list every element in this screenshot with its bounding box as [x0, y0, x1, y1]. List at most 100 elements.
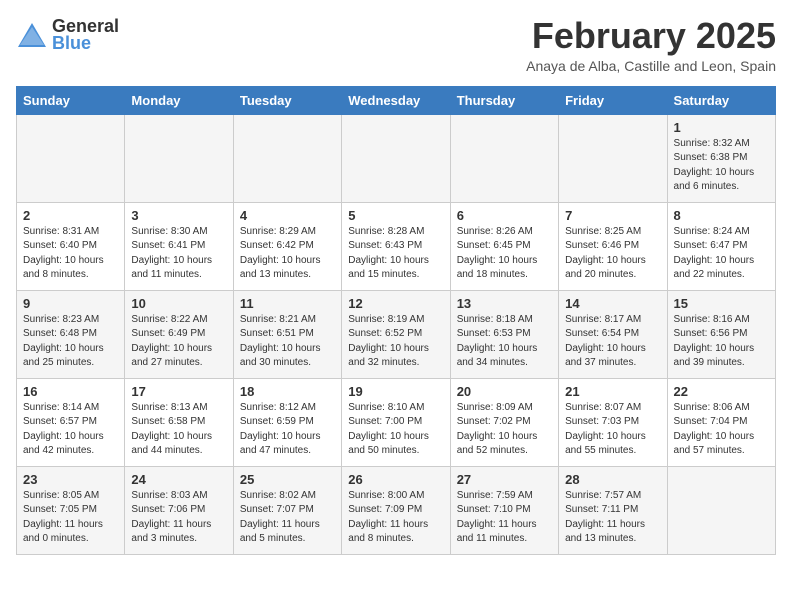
day-info: Sunrise: 8:14 AM Sunset: 6:57 PM Dayligh… — [23, 401, 118, 459]
calendar-cell: 16 Sunrise: 8:14 AM Sunset: 6:57 PM Dayli… — [17, 378, 125, 466]
day-number: 25 — [240, 472, 335, 487]
calendar-cell: 22 Sunrise: 8:06 AM Sunset: 7:04 PM Dayli… — [667, 378, 775, 466]
day-info: Sunrise: 8:09 AM Sunset: 7:02 PM Dayligh… — [457, 401, 552, 459]
calendar-cell — [342, 114, 450, 202]
month-title: February 2025 — [526, 16, 776, 56]
day-number: 21 — [565, 384, 660, 399]
day-number: 17 — [131, 384, 226, 399]
week-row-4: 16 Sunrise: 8:14 AM Sunset: 6:57 PM Dayli… — [17, 378, 776, 466]
column-header-saturday: Saturday — [667, 86, 775, 114]
calendar-cell: 10 Sunrise: 8:22 AM Sunset: 6:49 PM Dayli… — [125, 290, 233, 378]
day-info: Sunrise: 7:57 AM Sunset: 7:11 PM Dayligh… — [565, 489, 660, 547]
calendar-body: 1 Sunrise: 8:32 AM Sunset: 6:38 PM Daylig… — [17, 114, 776, 554]
logo-icon — [16, 21, 48, 49]
calendar-cell: 25 Sunrise: 8:02 AM Sunset: 7:07 PM Dayli… — [233, 466, 341, 554]
calendar-cell: 19 Sunrise: 8:10 AM Sunset: 7:00 PM Dayli… — [342, 378, 450, 466]
day-info: Sunrise: 8:17 AM Sunset: 6:54 PM Dayligh… — [565, 313, 660, 371]
day-number: 7 — [565, 208, 660, 223]
week-row-2: 2 Sunrise: 8:31 AM Sunset: 6:40 PM Daylig… — [17, 202, 776, 290]
column-header-sunday: Sunday — [17, 86, 125, 114]
day-info: Sunrise: 8:05 AM Sunset: 7:05 PM Dayligh… — [23, 489, 118, 547]
calendar-cell: 8 Sunrise: 8:24 AM Sunset: 6:47 PM Daylig… — [667, 202, 775, 290]
day-number: 5 — [348, 208, 443, 223]
day-info: Sunrise: 8:21 AM Sunset: 6:51 PM Dayligh… — [240, 313, 335, 371]
day-number: 16 — [23, 384, 118, 399]
calendar-cell: 23Sunrise: 8:05 AM Sunset: 7:05 PM Dayli… — [17, 466, 125, 554]
day-info: Sunrise: 8:25 AM Sunset: 6:46 PM Dayligh… — [565, 225, 660, 283]
column-header-tuesday: Tuesday — [233, 86, 341, 114]
day-info: Sunrise: 8:23 AM Sunset: 6:48 PM Dayligh… — [23, 313, 118, 371]
day-number: 2 — [23, 208, 118, 223]
day-info: Sunrise: 8:31 AM Sunset: 6:40 PM Dayligh… — [23, 225, 118, 283]
day-number: 14 — [565, 296, 660, 311]
calendar-cell — [17, 114, 125, 202]
calendar-cell: 9 Sunrise: 8:23 AM Sunset: 6:48 PM Daylig… — [17, 290, 125, 378]
calendar-cell: 28Sunrise: 7:57 AM Sunset: 7:11 PM Dayli… — [559, 466, 667, 554]
day-number: 12 — [348, 296, 443, 311]
day-number: 10 — [131, 296, 226, 311]
calendar-cell: 24Sunrise: 8:03 AM Sunset: 7:06 PM Dayli… — [125, 466, 233, 554]
calendar-table: SundayMondayTuesdayWednesdayThursdayFrid… — [16, 86, 776, 555]
header-row: SundayMondayTuesdayWednesdayThursdayFrid… — [17, 86, 776, 114]
day-info: Sunrise: 8:07 AM Sunset: 7:03 PM Dayligh… — [565, 401, 660, 459]
week-row-1: 1 Sunrise: 8:32 AM Sunset: 6:38 PM Daylig… — [17, 114, 776, 202]
day-number: 27 — [457, 472, 552, 487]
day-number: 1 — [674, 120, 769, 135]
day-info: Sunrise: 8:32 AM Sunset: 6:38 PM Dayligh… — [674, 137, 769, 195]
calendar-cell — [559, 114, 667, 202]
day-number: 6 — [457, 208, 552, 223]
calendar-cell: 14 Sunrise: 8:17 AM Sunset: 6:54 PM Dayli… — [559, 290, 667, 378]
calendar-cell: 20 Sunrise: 8:09 AM Sunset: 7:02 PM Dayli… — [450, 378, 558, 466]
calendar-cell: 3 Sunrise: 8:30 AM Sunset: 6:41 PM Daylig… — [125, 202, 233, 290]
day-info: Sunrise: 8:10 AM Sunset: 7:00 PM Dayligh… — [348, 401, 443, 459]
day-number: 24 — [131, 472, 226, 487]
column-header-friday: Friday — [559, 86, 667, 114]
day-number: 11 — [240, 296, 335, 311]
calendar-cell: 6 Sunrise: 8:26 AM Sunset: 6:45 PM Daylig… — [450, 202, 558, 290]
calendar-cell: 5Sunrise: 8:28 AM Sunset: 6:43 PM Daylig… — [342, 202, 450, 290]
calendar-cell: 27 Sunrise: 7:59 AM Sunset: 7:10 PM Dayli… — [450, 466, 558, 554]
column-header-wednesday: Wednesday — [342, 86, 450, 114]
calendar-cell — [450, 114, 558, 202]
week-row-3: 9 Sunrise: 8:23 AM Sunset: 6:48 PM Daylig… — [17, 290, 776, 378]
logo: General Blue — [16, 16, 119, 54]
day-info: Sunrise: 8:02 AM Sunset: 7:07 PM Dayligh… — [240, 489, 335, 547]
column-header-thursday: Thursday — [450, 86, 558, 114]
calendar-cell: 13 Sunrise: 8:18 AM Sunset: 6:53 PM Dayli… — [450, 290, 558, 378]
day-number: 4 — [240, 208, 335, 223]
day-info: Sunrise: 8:24 AM Sunset: 6:47 PM Dayligh… — [674, 225, 769, 283]
logo-blue-text: Blue — [52, 33, 119, 54]
calendar-cell: 15Sunrise: 8:16 AM Sunset: 6:56 PM Dayli… — [667, 290, 775, 378]
day-info: Sunrise: 8:00 AM Sunset: 7:09 PM Dayligh… — [348, 489, 443, 547]
calendar-cell: 18 Sunrise: 8:12 AM Sunset: 6:59 PM Dayli… — [233, 378, 341, 466]
day-info: Sunrise: 8:06 AM Sunset: 7:04 PM Dayligh… — [674, 401, 769, 459]
day-info: Sunrise: 8:12 AM Sunset: 6:59 PM Dayligh… — [240, 401, 335, 459]
day-number: 18 — [240, 384, 335, 399]
day-info: Sunrise: 8:18 AM Sunset: 6:53 PM Dayligh… — [457, 313, 552, 371]
day-number: 20 — [457, 384, 552, 399]
day-info: Sunrise: 7:59 AM Sunset: 7:10 PM Dayligh… — [457, 489, 552, 547]
page-header: General Blue February 2025 Anaya de Alba… — [16, 16, 776, 74]
day-number: 13 — [457, 296, 552, 311]
day-number: 26 — [348, 472, 443, 487]
day-info: Sunrise: 8:16 AM Sunset: 6:56 PM Dayligh… — [674, 313, 769, 371]
calendar-cell: 26 Sunrise: 8:00 AM Sunset: 7:09 PM Dayli… — [342, 466, 450, 554]
day-number: 9 — [23, 296, 118, 311]
calendar-header: SundayMondayTuesdayWednesdayThursdayFrid… — [17, 86, 776, 114]
day-info: Sunrise: 8:13 AM Sunset: 6:58 PM Dayligh… — [131, 401, 226, 459]
column-header-monday: Monday — [125, 86, 233, 114]
calendar-cell: 2 Sunrise: 8:31 AM Sunset: 6:40 PM Daylig… — [17, 202, 125, 290]
day-number: 3 — [131, 208, 226, 223]
day-number: 22 — [674, 384, 769, 399]
day-number: 8 — [674, 208, 769, 223]
calendar-cell: 17 Sunrise: 8:13 AM Sunset: 6:58 PM Dayli… — [125, 378, 233, 466]
day-info: Sunrise: 8:30 AM Sunset: 6:41 PM Dayligh… — [131, 225, 226, 283]
day-info: Sunrise: 8:22 AM Sunset: 6:49 PM Dayligh… — [131, 313, 226, 371]
calendar-cell: 11 Sunrise: 8:21 AM Sunset: 6:51 PM Dayli… — [233, 290, 341, 378]
calendar-cell — [667, 466, 775, 554]
day-number: 19 — [348, 384, 443, 399]
location-text: Anaya de Alba, Castille and Leon, Spain — [526, 58, 776, 74]
calendar-cell: 7 Sunrise: 8:25 AM Sunset: 6:46 PM Daylig… — [559, 202, 667, 290]
week-row-5: 23Sunrise: 8:05 AM Sunset: 7:05 PM Dayli… — [17, 466, 776, 554]
day-info: Sunrise: 8:26 AM Sunset: 6:45 PM Dayligh… — [457, 225, 552, 283]
